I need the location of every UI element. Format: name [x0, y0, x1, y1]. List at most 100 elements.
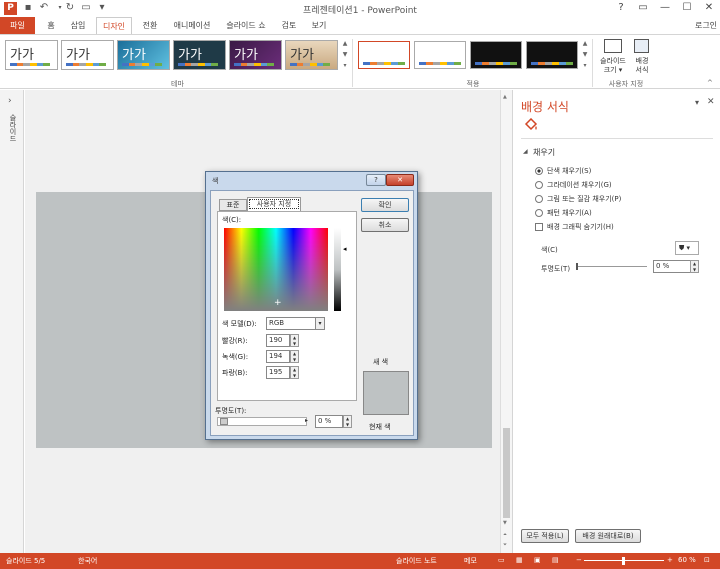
zoom-level[interactable]: 60 % — [678, 556, 696, 564]
blue-spinner[interactable]: ▲ ▼ — [290, 366, 299, 379]
slide-sorter-icon[interactable]: ▦ — [516, 556, 523, 564]
pane-options-icon[interactable]: ▾ — [695, 98, 699, 107]
pane-close-icon[interactable]: ✕ — [707, 97, 715, 107]
fit-slide-icon[interactable]: ⊡ — [704, 556, 710, 564]
hide-bg-graphics-checkbox[interactable] — [535, 223, 543, 231]
tab-file[interactable]: 파일 — [0, 17, 35, 34]
variant-thumbnail[interactable] — [526, 41, 578, 69]
slideshow-view-icon[interactable]: ▤ — [552, 556, 559, 564]
dialog-transparency-input[interactable]: 0 % — [315, 415, 343, 428]
group-label-customize: 사용자 지정 — [608, 80, 644, 88]
fill-color-picker[interactable]: ⛊ ▾ — [675, 241, 699, 255]
tab-standard[interactable]: 표준 — [219, 199, 247, 211]
reset-background-button[interactable]: 배경 원래대로(B) — [575, 529, 641, 543]
solid-fill-radio[interactable] — [535, 167, 543, 175]
transparency-input[interactable]: 0 % — [653, 260, 691, 273]
tab-design[interactable]: 디자인 — [96, 17, 132, 34]
color-model-dropdown-icon[interactable]: ▾ — [315, 317, 325, 330]
minimize-icon[interactable]: — — [654, 0, 676, 16]
blue-label: 파랑(B): — [222, 369, 248, 377]
variant-thumbnail[interactable] — [414, 41, 466, 69]
tab-home[interactable]: 홈 — [40, 17, 62, 34]
green-spinner[interactable]: ▲ ▼ — [290, 350, 299, 363]
color-model-select[interactable]: RGB — [266, 317, 316, 330]
pattern-fill-radio[interactable] — [535, 209, 543, 217]
zoom-out-icon[interactable]: − — [576, 556, 582, 564]
tab-insert[interactable]: 삽입 — [64, 17, 92, 34]
scroll-thumb[interactable] — [503, 428, 510, 518]
theme-thumbnail[interactable]: 가가 — [285, 40, 338, 70]
slide-size-button[interactable]: 슬라이드 크기 ▾ — [598, 37, 628, 79]
login-link[interactable]: 로그인 — [692, 17, 720, 34]
scroll-down-icon[interactable]: ▼ — [503, 520, 507, 526]
section-fill-label[interactable]: 채우기 — [533, 147, 555, 158]
variant-more-icon[interactable]: ▾ — [581, 61, 589, 71]
tab-view[interactable]: 보기 — [306, 17, 332, 34]
next-slide-icon[interactable]: ⏷ — [503, 542, 507, 548]
slide-thumbnail-pane-collapsed: › 슬라이드 — [0, 90, 24, 553]
dialog-help-icon[interactable]: ? — [366, 174, 386, 186]
picture-fill-label: 그림 또는 질감 채우기(P) — [547, 195, 622, 203]
help-icon[interactable]: ? — [610, 0, 632, 16]
dialog-transparency-spinner[interactable]: ▲ ▼ — [343, 415, 352, 428]
previous-slide-icon[interactable]: ⏶ — [503, 532, 507, 538]
theme-thumbnail[interactable]: 가가 — [173, 40, 226, 70]
red-spinner[interactable]: ▲ ▼ — [290, 334, 299, 347]
zoom-in-icon[interactable]: + — [667, 556, 673, 564]
luminance-pointer-icon[interactable]: ◂ — [343, 245, 347, 253]
pane-title: 배경 서식 — [521, 100, 569, 114]
zoom-slider-thumb[interactable] — [622, 557, 625, 565]
apply-to-all-button[interactable]: 모두 적용(L) — [521, 529, 569, 543]
fill-paint-bucket-icon[interactable] — [523, 117, 539, 132]
tab-review[interactable]: 검토 — [276, 17, 302, 34]
theme-thumbnail[interactable]: 가가 — [5, 40, 58, 70]
slides-pane-label[interactable]: 슬라이드 — [7, 114, 17, 142]
notes-button[interactable]: 슬라이드 노트 — [396, 556, 437, 566]
spectrum-crosshair-icon[interactable]: + — [274, 298, 282, 308]
tab-custom[interactable]: 사용자 지정 — [247, 197, 301, 211]
theme-thumbnail[interactable]: 가가 — [229, 40, 282, 70]
slider-right-arrow-icon[interactable]: ▸ — [305, 417, 308, 424]
tab-transitions[interactable]: 전환 — [136, 17, 164, 34]
picture-fill-radio[interactable] — [535, 195, 543, 203]
theme-thumbnail[interactable]: 가가 — [61, 40, 114, 70]
dialog-transparency-slider[interactable] — [217, 417, 307, 426]
green-input[interactable]: 194 — [266, 350, 290, 363]
comments-button[interactable]: 메모 — [464, 556, 477, 566]
tab-slideshow[interactable]: 슬라이드 쇼 — [222, 17, 270, 34]
language-indicator[interactable]: 한국어 — [78, 556, 97, 566]
color-spectrum[interactable]: + — [224, 228, 328, 311]
blue-input[interactable]: 195 — [266, 366, 290, 379]
dialog-transparency-thumb[interactable] — [220, 418, 228, 425]
gradient-fill-radio[interactable] — [535, 181, 543, 189]
reading-view-icon[interactable]: ▣ — [534, 556, 541, 564]
ribbon-display-icon[interactable]: ▭ — [632, 0, 654, 16]
ok-button[interactable]: 확인 — [361, 198, 409, 212]
variant-thumbnail[interactable] — [358, 41, 410, 69]
normal-view-icon[interactable]: ▭ — [498, 556, 505, 564]
theme-more-icon[interactable]: ▾ — [341, 61, 349, 71]
transparency-spinner[interactable]: ▲ ▼ — [690, 260, 699, 273]
dialog-close-icon[interactable]: ✕ — [386, 174, 414, 186]
transparency-slider[interactable] — [577, 266, 647, 267]
section-collapse-icon[interactable]: ◢ — [523, 148, 528, 155]
variant-scroll-up-icon[interactable]: ▲ — [581, 39, 589, 49]
vertical-scrollbar[interactable]: ▲ ▼ ⏶ ⏷ — [500, 90, 512, 553]
current-color-label: 현재 색 — [369, 423, 391, 431]
red-input[interactable]: 190 — [266, 334, 290, 347]
variant-thumbnail[interactable] — [470, 41, 522, 69]
transparency-slider-thumb[interactable] — [576, 263, 578, 270]
theme-thumbnail[interactable]: 가가 — [117, 40, 170, 70]
format-background-button[interactable]: 배경 서식 — [630, 37, 654, 79]
scroll-up-icon[interactable]: ▲ — [503, 94, 507, 100]
luminance-slider[interactable] — [334, 228, 341, 311]
maximize-icon[interactable]: ☐ — [676, 0, 698, 16]
theme-scroll-down-icon[interactable]: ▼ — [341, 50, 349, 60]
theme-scroll-up-icon[interactable]: ▲ — [341, 39, 349, 49]
tab-animations[interactable]: 애니메이션 — [168, 17, 216, 34]
collapse-ribbon-icon[interactable]: ^ — [707, 79, 713, 87]
cancel-button[interactable]: 취소 — [361, 218, 409, 232]
close-icon[interactable]: ✕ — [698, 0, 720, 16]
expand-pane-icon[interactable]: › — [8, 96, 12, 106]
variant-scroll-down-icon[interactable]: ▼ — [581, 50, 589, 60]
